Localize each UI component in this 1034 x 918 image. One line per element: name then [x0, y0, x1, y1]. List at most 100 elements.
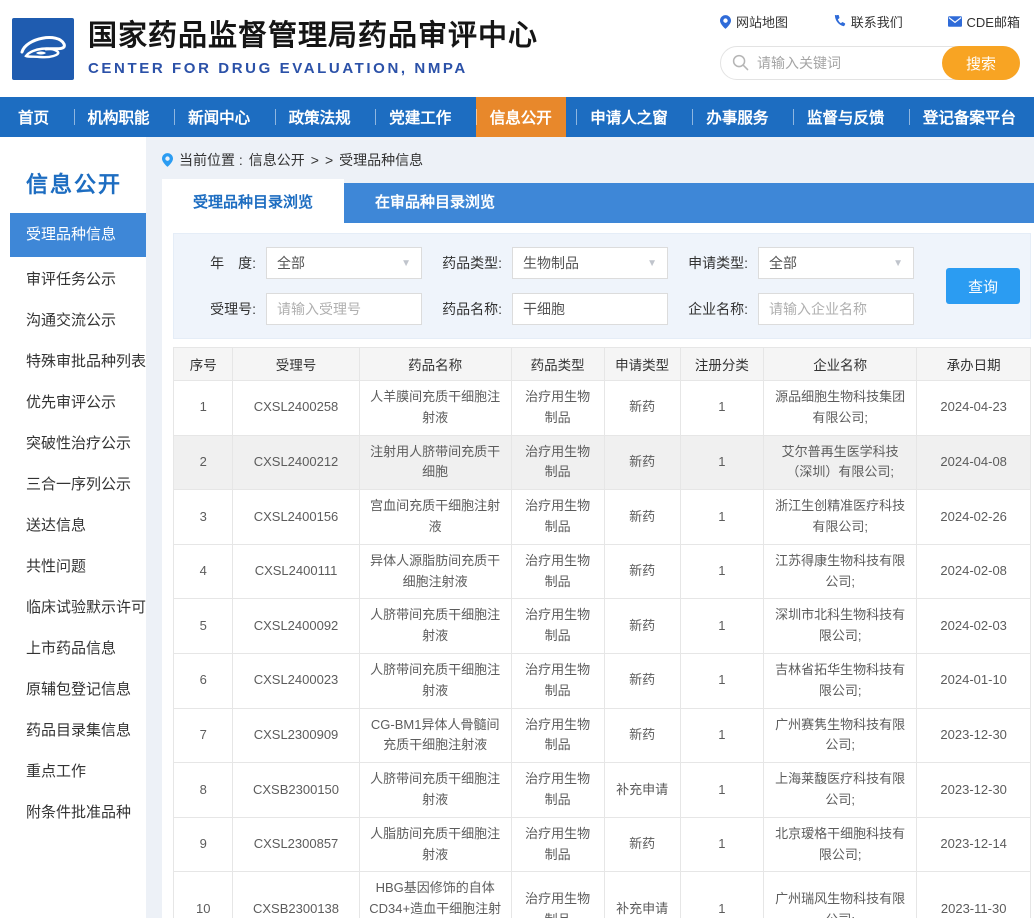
nav-item-home[interactable]: 首页 — [4, 97, 63, 137]
sidebar-item-review-tasks[interactable]: 审评任务公示 — [0, 259, 146, 300]
cell-date: 2023-12-14 — [917, 817, 1031, 872]
main-nav: 首页机构职能新闻中心政策法规党建工作信息公开申请人之窗办事服务监督与反馈登记备案… — [0, 97, 1034, 137]
contact-label: 联系我们 — [851, 12, 903, 31]
cell-reg_class: 1 — [680, 381, 763, 436]
sidebar-item-drug-catalog[interactable]: 药品目录集信息 — [0, 710, 146, 751]
cell-apply_type: 新药 — [604, 544, 680, 599]
sidebar-item-common-issues[interactable]: 共性问题 — [0, 546, 146, 587]
cell-drug_name: 异体人源脂肪间充质干细胞注射液 — [359, 544, 511, 599]
sidebar-item-three-in-one[interactable]: 三合一序列公示 — [0, 464, 146, 505]
cell-reg_class: 1 — [680, 817, 763, 872]
cell-company: 北京瑷格干细胞科技有限公司; — [764, 817, 917, 872]
col-header-drug_name: 药品名称 — [359, 348, 511, 381]
tab-under-review-catalog[interactable]: 在审品种目录浏览 — [344, 183, 526, 223]
sidebar-item-raw-material-registration[interactable]: 原辅包登记信息 — [0, 669, 146, 710]
nav-item-registration-platform[interactable]: 登记备案平台 — [909, 97, 1030, 137]
cell-acceptance_no: CXSL2400092 — [233, 599, 359, 654]
cell-drug_type: 治疗用生物制品 — [511, 381, 604, 436]
search-bar: 搜索 — [720, 46, 1020, 80]
cell-apply_type: 新药 — [604, 381, 680, 436]
col-header-reg_class: 注册分类 — [680, 348, 763, 381]
query-button[interactable]: 查询 — [946, 268, 1020, 304]
tab-accepted-catalog[interactable]: 受理品种目录浏览 — [162, 179, 344, 223]
cell-drug_type: 治疗用生物制品 — [511, 872, 604, 918]
nav-item-info-disclosure[interactable]: 信息公开 — [476, 97, 566, 137]
year-value: 全部 — [277, 253, 305, 273]
drug-name-input[interactable] — [512, 293, 668, 325]
phone-icon — [833, 15, 846, 28]
acceptance-no-input[interactable] — [266, 293, 422, 325]
cell-acceptance_no: CXSL2400258 — [233, 381, 359, 436]
cell-date: 2023-11-30 — [917, 872, 1031, 918]
cell-company: 源品细胞生物科技集团有限公司; — [764, 381, 917, 436]
cell-acceptance_no: CXSL2400023 — [233, 653, 359, 708]
table-row: 1CXSL2400258人羊膜间充质干细胞注射液治疗用生物制品新药1源品细胞生物… — [174, 381, 1031, 436]
cell-company: 上海莱馥医疗科技有限公司; — [764, 763, 917, 818]
cell-seq: 7 — [174, 708, 233, 763]
filter-grid: 年 度: 全部 ▼ 药品类型: 生物制品 ▼ 申请类型: 全部 — [190, 247, 914, 325]
cell-apply_type: 补充申请 — [604, 763, 680, 818]
sidebar-item-conditional-approval[interactable]: 附条件批准品种 — [0, 792, 146, 833]
table-row: 3CXSL2400156宫血间充质干细胞注射液治疗用生物制品新药1浙江生创精准医… — [174, 490, 1031, 545]
sidebar-item-priority-review[interactable]: 优先审评公示 — [0, 382, 146, 423]
cell-acceptance_no: CXSB2300138 — [233, 872, 359, 918]
nav-item-news[interactable]: 新闻中心 — [174, 97, 264, 137]
search-icon — [732, 54, 749, 76]
cell-company: 浙江生创精准医疗科技有限公司; — [764, 490, 917, 545]
nav-item-supervision-feedback[interactable]: 监督与反馈 — [793, 97, 899, 137]
cell-drug_type: 治疗用生物制品 — [511, 544, 604, 599]
chevron-down-icon: ▼ — [893, 258, 903, 269]
contact-link[interactable]: 联系我们 — [833, 12, 903, 31]
cell-drug_name: 宫血间充质干细胞注射液 — [359, 490, 511, 545]
col-header-company: 企业名称 — [764, 348, 917, 381]
chevron-down-icon: ▼ — [647, 258, 657, 269]
cde-logo-icon — [12, 18, 74, 80]
sidebar-item-accepted-varieties[interactable]: 受理品种信息 — [10, 213, 146, 257]
sidebar-item-clinical-trial-implied-license[interactable]: 临床试验默示许可 — [0, 587, 146, 628]
cell-seq: 10 — [174, 872, 233, 918]
nav-item-functions[interactable]: 机构职能 — [74, 97, 164, 137]
cell-drug_type: 治疗用生物制品 — [511, 763, 604, 818]
cell-seq: 5 — [174, 599, 233, 654]
cell-drug_name: 人脂肪间充质干细胞注射液 — [359, 817, 511, 872]
tabs-bar: 受理品种目录浏览 在审品种目录浏览 — [162, 183, 1034, 223]
col-header-drug_type: 药品类型 — [511, 348, 604, 381]
cell-date: 2024-01-10 — [917, 653, 1031, 708]
site-header: 国家药品监督管理局药品审评中心 CENTER FOR DRUG EVALUATI… — [0, 0, 1034, 97]
cell-apply_type: 新药 — [604, 817, 680, 872]
apply-type-select[interactable]: 全部 ▼ — [758, 247, 914, 279]
company-input[interactable] — [758, 293, 914, 325]
cde-mail-link[interactable]: CDE邮箱 — [948, 12, 1020, 31]
breadcrumb-pin-icon — [162, 153, 173, 167]
nav-item-services[interactable]: 办事服务 — [692, 97, 782, 137]
sidebar-item-delivery-info[interactable]: 送达信息 — [0, 505, 146, 546]
breadcrumb-prefix: 当前位置 : — [179, 150, 243, 170]
cell-drug_type: 治疗用生物制品 — [511, 435, 604, 490]
breadcrumb-section[interactable]: 信息公开 — [249, 150, 305, 170]
sidebar-item-breakthrough-therapy[interactable]: 突破性治疗公示 — [0, 423, 146, 464]
cell-acceptance_no: CXSL2300909 — [233, 708, 359, 763]
table-row: 6CXSL2400023人脐带间充质干细胞注射液治疗用生物制品新药1吉林省拓华生… — [174, 653, 1031, 708]
nav-item-applicant-window[interactable]: 申请人之窗 — [576, 97, 682, 137]
sidebar-item-key-work[interactable]: 重点工作 — [0, 751, 146, 792]
nav-item-policies[interactable]: 政策法规 — [275, 97, 365, 137]
table-header-row: 序号受理号药品名称药品类型申请类型注册分类企业名称承办日期 — [174, 348, 1031, 381]
sidebar-item-marketed-drugs[interactable]: 上市药品信息 — [0, 628, 146, 669]
sitemap-link[interactable]: 网站地图 — [720, 12, 788, 31]
year-select[interactable]: 全部 ▼ — [266, 247, 422, 279]
apply-type-value: 全部 — [769, 253, 797, 273]
sidebar-item-special-approval-list[interactable]: 特殊审批品种列表 — [0, 341, 146, 382]
cell-company: 深圳市北科生物科技有限公司; — [764, 599, 917, 654]
cell-apply_type: 新药 — [604, 490, 680, 545]
search-button[interactable]: 搜索 — [942, 46, 1020, 80]
cell-drug_type: 治疗用生物制品 — [511, 817, 604, 872]
nav-item-party-building[interactable]: 党建工作 — [375, 97, 465, 137]
cell-apply_type: 补充申请 — [604, 872, 680, 918]
location-pin-icon — [720, 15, 731, 29]
table-row: 4CXSL2400111异体人源脂肪间充质干细胞注射液治疗用生物制品新药1江苏得… — [174, 544, 1031, 599]
cell-drug_name: HBG基因修饰的自体CD34+造血干细胞注射液 — [359, 872, 511, 918]
cell-acceptance_no: CXSL2400156 — [233, 490, 359, 545]
breadcrumb: 当前位置 : 信息公开 > > 受理品种信息 — [162, 137, 1034, 183]
drug-type-select[interactable]: 生物制品 ▼ — [512, 247, 668, 279]
sidebar-item-communication[interactable]: 沟通交流公示 — [0, 300, 146, 341]
